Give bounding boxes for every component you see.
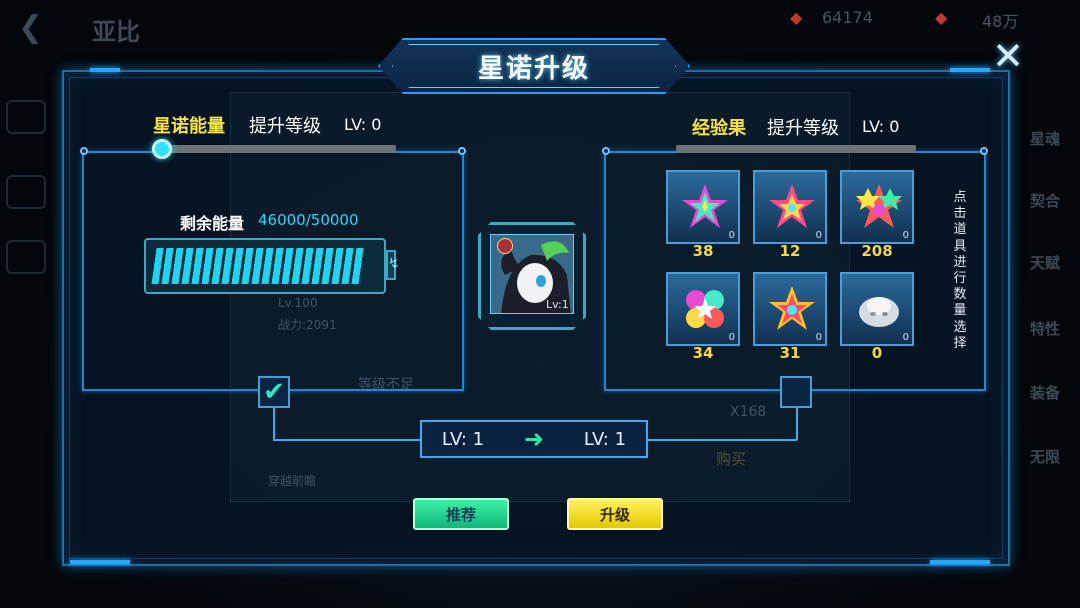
item-owned-count: 12 [779, 242, 801, 260]
side-tab: 无限 [1030, 448, 1061, 466]
level-change-box: LV: 1 ➜ LV: 1 [420, 420, 648, 458]
panel-corner-dot [458, 147, 466, 155]
energy-battery [144, 238, 386, 294]
item-owned-count: 208 [861, 242, 893, 260]
side-tab: 星魂 [1030, 130, 1061, 148]
resource1-value: 64174 [822, 8, 873, 27]
fruit-item-slot: 0 [753, 272, 827, 346]
crystal-resource-icon: ◆ [935, 8, 948, 27]
background-left-button [6, 175, 46, 209]
corner-accent [930, 560, 990, 564]
item-owned-count: 34 [692, 344, 714, 362]
fruit-item[interactable]: 0 34 [666, 272, 740, 364]
upgrade-button[interactable]: 升级 [567, 498, 663, 530]
fruit-item[interactable]: 0 12 [753, 170, 827, 262]
ghost-text: 穿越前瞻 [268, 474, 317, 488]
item-selected-count: 0 [815, 230, 822, 241]
background-title: 亚比 [92, 18, 140, 46]
right-upgrade-label: 提升等级 [767, 118, 839, 139]
fruit-item-slot: 0 [666, 272, 740, 346]
item-selected-count: 0 [815, 332, 822, 343]
right-lv-label: LV: 0 [862, 117, 900, 136]
flower-star-gem-icon [686, 290, 724, 328]
background-topbar: ❮ 亚比 ◆ 64174 ◆ 48万 [0, 0, 1080, 46]
attribute-badge-icon [497, 238, 513, 254]
left-lv-label: LV: 0 [344, 115, 382, 134]
ghost-text: X168 [730, 404, 767, 420]
level-from: LV: 1 [441, 428, 485, 450]
item-selected-count: 0 [902, 230, 909, 241]
fruit-slider-track[interactable] [676, 145, 916, 153]
ghost-text: 购买 [716, 450, 747, 468]
back-arrow-icon: ❮ [18, 10, 44, 45]
fruit-item[interactable]: 0 31 [753, 272, 827, 364]
energy-checkbox[interactable]: ✔ [258, 376, 290, 408]
side-tab: 天赋 [1030, 254, 1061, 272]
item-selected-count: 0 [728, 230, 735, 241]
energy-battery-fill [151, 248, 365, 284]
connector-line [796, 408, 798, 440]
connector-line [273, 439, 421, 441]
close-icon[interactable]: ✕ [990, 37, 1026, 75]
resource2-value: 48万 [982, 12, 1019, 31]
corner-accent [70, 560, 130, 564]
recommend-button[interactable]: 推荐 [413, 498, 509, 530]
item-owned-count: 0 [871, 344, 883, 362]
energy-name-label: 星诺能量 [153, 116, 225, 137]
fruit-item-slot: 0 [753, 170, 827, 244]
item-selected-count: 0 [728, 332, 735, 343]
item-owned-count: 38 [692, 242, 714, 260]
fruit-item-slot: 0 [840, 170, 914, 244]
rainbow-star-gem-icon [682, 184, 728, 228]
fruit-item[interactable]: 0 0 [840, 272, 914, 364]
connector-line [647, 439, 797, 441]
side-tab: 特性 [1030, 320, 1061, 338]
side-tab: 契合 [1030, 192, 1061, 210]
level-to: LV: 1 [583, 428, 627, 450]
fruit-item-slot: 0 [666, 170, 740, 244]
item-owned-count: 31 [779, 344, 801, 362]
panel-corner-dot [80, 147, 88, 155]
item-selected-count: 0 [902, 332, 909, 343]
lightning-icon: ↯ [386, 250, 400, 280]
remaining-energy-label: 剩余能量 [180, 214, 245, 233]
background-left-button [6, 240, 46, 274]
item-selection-hint: 点击道具进行数量选择 [953, 190, 967, 351]
energy-slider-knob[interactable] [152, 139, 172, 159]
cluster-star-gem-icon [856, 184, 902, 228]
connector-line [273, 408, 275, 440]
fruit-name-label: 经验果 [692, 118, 746, 139]
fruit-item[interactable]: 0 208 [840, 170, 914, 262]
fruit-item-slot: 0 [840, 272, 914, 346]
energy-slider-track[interactable] [160, 145, 396, 153]
gold-star-gem-icon [769, 286, 815, 330]
silver-blob-icon [859, 297, 899, 327]
remaining-energy-value: 46000/50000 [258, 211, 359, 229]
left-upgrade-label: 提升等级 [249, 116, 321, 137]
corner-accent [950, 68, 990, 72]
corner-accent [90, 68, 120, 72]
side-tab: 装备 [1030, 384, 1061, 402]
arrow-right-icon: ➜ [523, 425, 545, 453]
check-icon: ✔ [263, 377, 285, 407]
gem-resource-icon: ◆ [790, 8, 803, 27]
fruit-item[interactable]: 0 38 [666, 170, 740, 262]
pet-level: Lv:1 [546, 298, 569, 311]
panel-corner-dot [980, 147, 988, 155]
dialog-title: 星诺升级 [392, 44, 676, 88]
pink-star-gem-icon [769, 184, 815, 228]
panel-corner-dot [602, 147, 610, 155]
background-left-button [6, 100, 46, 134]
fruit-checkbox[interactable] [780, 376, 812, 408]
